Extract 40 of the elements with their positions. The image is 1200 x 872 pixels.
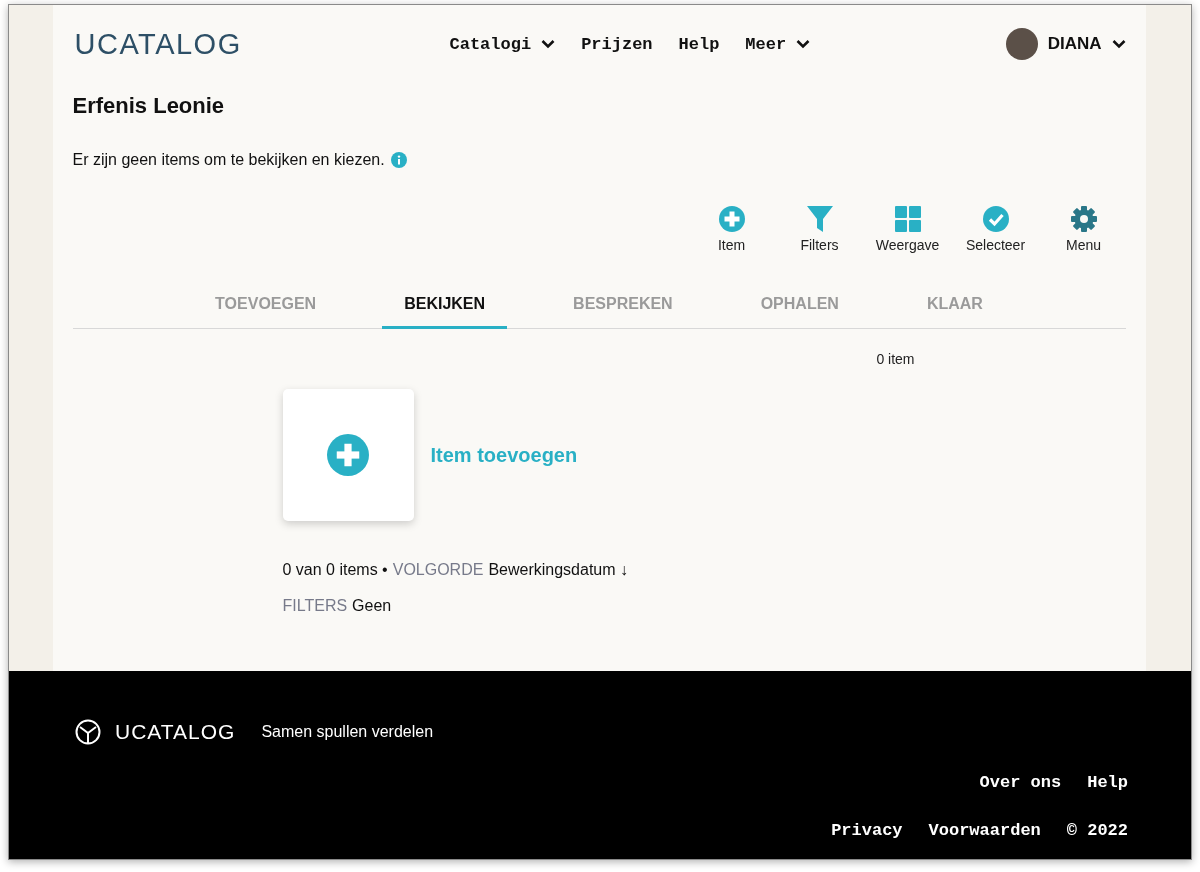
caret-icon: [1111, 39, 1126, 49]
filter-icon: [805, 205, 834, 233]
tab[interactable]: BEKIJKEN: [382, 287, 508, 329]
toolbar-button[interactable]: Selecteer: [951, 205, 1040, 253]
footer-link[interactable]: Privacy: [831, 821, 903, 840]
sort-label: VOLGORDE: [392, 561, 484, 579]
nav-link[interactable]: Meer: [745, 34, 811, 54]
footer-link[interactable]: Over ons: [979, 773, 1062, 792]
avatar[interactable]: [1005, 28, 1038, 60]
item-count: 0 item: [875, 351, 915, 367]
nav-link[interactable]: Prijzen: [581, 34, 653, 54]
settings-icon: [1069, 205, 1098, 233]
tagline: Samen spullen verdelen: [261, 723, 434, 741]
add-item-card[interactable]: [282, 389, 414, 521]
nav-link[interactable]: Help: [678, 34, 720, 54]
sort-value[interactable]: Bewerkingsdatum ↓: [488, 561, 628, 579]
plus-circle-icon: [327, 434, 369, 476]
user-name[interactable]: DIANA: [1047, 34, 1102, 54]
toolbar-button[interactable]: Item: [687, 205, 776, 253]
caret-icon: [541, 39, 556, 49]
toolbar-button[interactable]: Weergave: [863, 205, 952, 253]
plus-circle-icon: [717, 205, 746, 233]
info-icon[interactable]: [390, 152, 407, 168]
footer-link[interactable]: Voorwaarden: [928, 821, 1041, 840]
footer-logo[interactable]: UCATALOG: [115, 720, 236, 744]
grid-icon: [893, 205, 922, 233]
caret-icon: [796, 39, 811, 49]
info-text: Er zijn geen items om te bekijken en kiezen.: [72, 151, 385, 169]
footer-link[interactable]: Help: [1087, 773, 1128, 792]
logo-icon: [75, 719, 101, 745]
item-total: 0 van 0 items •: [282, 561, 388, 579]
filters-value: Geen: [352, 597, 392, 615]
logo[interactable]: UCATALOG: [74, 27, 450, 61]
toolbar-button[interactable]: Menu: [1039, 205, 1128, 253]
check-circle-icon: [981, 205, 1010, 233]
nav-link[interactable]: Catalogi: [449, 34, 556, 54]
page-title: Erfenis Leonie: [72, 93, 226, 119]
toolbar-button[interactable]: Filters: [775, 205, 864, 253]
filters-label: FILTERS: [282, 597, 348, 615]
footer-link[interactable]: © 2022: [1066, 821, 1128, 840]
